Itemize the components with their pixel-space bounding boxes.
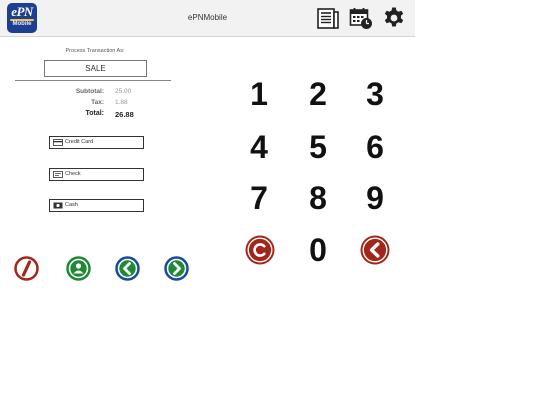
key-4[interactable]: 4	[237, 127, 281, 167]
key-6[interactable]: 6	[353, 127, 397, 167]
key-8[interactable]: 8	[296, 178, 340, 218]
divider	[15, 80, 171, 81]
subtotal-value: 25.00	[115, 88, 132, 95]
subtotal-row: Subtotal: 25.00	[40, 88, 170, 99]
subtotal-label: Subtotal:	[75, 88, 104, 95]
check-button[interactable]: Check	[49, 168, 144, 181]
total-label: Total:	[85, 110, 104, 117]
tax-row: Tax: 1.88	[40, 99, 170, 110]
chevron-right-icon	[164, 256, 189, 281]
key-3[interactable]: 3	[353, 74, 397, 114]
key-1[interactable]: 1	[237, 74, 281, 114]
key-5[interactable]: 5	[296, 127, 340, 167]
transaction-type-select[interactable]: SALE	[44, 60, 147, 77]
cash-button[interactable]: Cash	[49, 199, 144, 212]
receipt-icon[interactable]	[316, 6, 340, 30]
next-button[interactable]	[164, 256, 189, 281]
epn-logo[interactable]: ePN Mobile	[7, 3, 37, 33]
gear-icon[interactable]	[382, 6, 406, 30]
app-window: ePN Mobile ePN Mobile Process Transaction…	[0, 0, 415, 414]
circle-chevron-left-icon	[360, 235, 390, 265]
previous-button[interactable]	[115, 256, 140, 281]
total-value: 26.88	[115, 110, 134, 119]
total-row: Total: 26.88	[40, 110, 170, 121]
user-icon	[66, 256, 91, 281]
key-2[interactable]: 2	[296, 74, 340, 114]
logo-text: ePN	[11, 4, 33, 19]
tax-label: Tax:	[91, 99, 104, 106]
chevron-left-icon	[115, 256, 140, 281]
totals-summary: Subtotal: 25.00 Tax: 1.88 Total: 26.88	[40, 88, 170, 121]
logo-subtext: Mobile	[12, 21, 32, 27]
check-icon	[53, 171, 63, 178]
void-icon	[14, 256, 39, 281]
key-9[interactable]: 9	[353, 178, 397, 218]
credit-card-button[interactable]: Credit Card	[49, 136, 144, 149]
clear-button[interactable]	[244, 234, 276, 266]
tax-value: 1.88	[115, 99, 128, 106]
key-7[interactable]: 7	[237, 178, 281, 218]
check-label: Check	[65, 171, 81, 177]
credit-card-label: Credit Card	[65, 139, 94, 145]
credit-card-icon	[53, 139, 63, 146]
customer-button[interactable]	[66, 256, 91, 281]
process-as-label: Process Transaction As:	[65, 48, 125, 54]
key-0[interactable]: 0	[296, 230, 340, 270]
cash-icon	[53, 202, 63, 209]
top-bar: ePN Mobile ePN Mobile	[0, 0, 415, 37]
transaction-panel: Process Transaction As: SALE Subtotal: 2…	[0, 36, 190, 414]
cash-label: Cash	[65, 202, 78, 208]
calendar-clock-icon[interactable]	[349, 6, 373, 30]
copyright-clear-icon	[245, 235, 275, 265]
backspace-button[interactable]	[359, 234, 391, 266]
void-button[interactable]	[14, 256, 39, 281]
